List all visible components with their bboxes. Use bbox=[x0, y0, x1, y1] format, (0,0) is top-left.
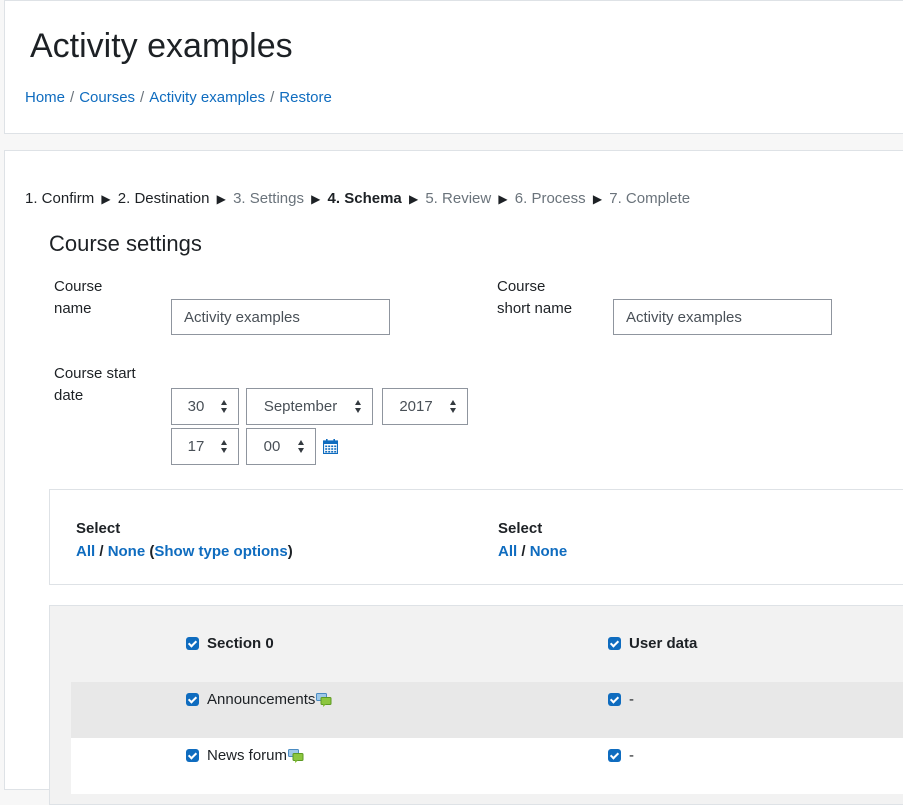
step-process: 6. Process bbox=[514, 190, 586, 207]
section-header-row: Section 0 User data bbox=[71, 606, 903, 682]
start-date-label: Course start date bbox=[54, 363, 136, 407]
start-date-label-line: Course start bbox=[54, 365, 136, 382]
section-userdata-checkbox[interactable] bbox=[608, 637, 621, 650]
start-date-label-line: date bbox=[54, 387, 84, 404]
select-left: Select All / None (Show type options) bbox=[76, 517, 293, 563]
day-select[interactable]: 30 bbox=[171, 388, 239, 425]
short-name-label: Course short name bbox=[497, 276, 572, 320]
step-review: 5. Review bbox=[425, 190, 492, 207]
select-none-link[interactable]: None bbox=[108, 543, 146, 560]
forum-icon bbox=[288, 748, 304, 763]
show-type-options-link[interactable]: Show type options bbox=[154, 543, 287, 560]
short-name-label-line: Course bbox=[497, 278, 546, 295]
breadcrumb-courses[interactable]: Courses bbox=[79, 89, 135, 106]
restore-stepper: 1. Confirm ▶ 2. Destination ▶ 3. Setting… bbox=[25, 190, 690, 207]
step-arrow-icon: ▶ bbox=[101, 192, 111, 206]
page-header: Activity examples Home / Courses / Activity … bbox=[4, 0, 903, 134]
activity-checkbox[interactable] bbox=[186, 749, 199, 762]
main-region: 1. Confirm ▶ 2. Destination ▶ 3. Setting… bbox=[4, 150, 903, 805]
breadcrumb-home[interactable]: Home bbox=[25, 89, 65, 106]
breadcrumb: Home / Courses / Activity examples / Restore bbox=[25, 89, 332, 106]
table-row: News forum - bbox=[71, 738, 903, 794]
user-data-label: User data bbox=[629, 635, 698, 652]
select-slash: / bbox=[95, 543, 108, 560]
userdata-checkbox[interactable] bbox=[608, 693, 621, 706]
userdata-value: - bbox=[629, 747, 634, 764]
select-all-link[interactable]: All bbox=[76, 543, 95, 560]
table-row: Announcements - bbox=[71, 682, 903, 738]
select-heading: Select bbox=[76, 520, 121, 537]
short-name-label-line: short name bbox=[497, 300, 573, 317]
breadcrumb-separator: / bbox=[270, 89, 275, 106]
activity-name: News forum bbox=[207, 747, 288, 764]
breadcrumb-restore[interactable]: Restore bbox=[279, 89, 332, 106]
breadcrumb-separator: / bbox=[70, 89, 75, 106]
activity-checkbox[interactable] bbox=[186, 693, 199, 706]
select-paren-close: ) bbox=[287, 543, 293, 560]
userdata-cell: - bbox=[608, 691, 634, 708]
step-confirm: 1. Confirm bbox=[25, 190, 95, 207]
activity-name: Announcements bbox=[207, 691, 316, 708]
short-name-input[interactable] bbox=[613, 299, 832, 335]
hour-value: 17 bbox=[187, 438, 205, 455]
breadcrumb-course[interactable]: Activity examples bbox=[149, 89, 265, 106]
forum-icon bbox=[316, 692, 332, 707]
section-cell: Section 0 bbox=[186, 635, 274, 652]
course-settings-heading: Course settings bbox=[49, 231, 202, 256]
page-title: Activity examples bbox=[30, 27, 293, 65]
step-arrow-icon: ▶ bbox=[408, 192, 419, 206]
step-destination: 2. Destination bbox=[117, 190, 210, 207]
step-arrow-icon: ▶ bbox=[311, 192, 321, 206]
step-arrow-icon: ▶ bbox=[498, 192, 508, 206]
userdata-cell: - bbox=[608, 747, 634, 764]
userdata-checkbox[interactable] bbox=[608, 749, 621, 762]
select-all-userdata-link[interactable]: All bbox=[498, 543, 517, 560]
select-paren-open: ( bbox=[145, 543, 155, 560]
step-schema: 4. Schema bbox=[327, 190, 402, 207]
breadcrumb-separator: / bbox=[140, 89, 145, 106]
select-heading: Select bbox=[498, 520, 543, 537]
course-name-input[interactable] bbox=[171, 299, 390, 335]
select-links: All / None (Show type options) bbox=[76, 540, 293, 563]
chevron-updown-icon bbox=[221, 400, 228, 414]
select-slash: / bbox=[517, 543, 530, 560]
select-panel: Select All / None (Show type options) Se… bbox=[49, 489, 903, 585]
step-arrow-icon: ▶ bbox=[216, 192, 226, 206]
step-complete: 7. Complete bbox=[609, 190, 691, 207]
minute-select[interactable]: 00 bbox=[246, 428, 316, 465]
day-value: 30 bbox=[187, 398, 205, 415]
year-select[interactable]: 2017 bbox=[382, 388, 468, 425]
section-checkbox[interactable] bbox=[186, 637, 199, 650]
chevron-updown-icon bbox=[298, 440, 305, 454]
calendar-icon[interactable] bbox=[323, 439, 338, 454]
select-links: All / None bbox=[498, 540, 567, 563]
year-value: 2017 bbox=[399, 398, 433, 415]
select-right: Select All / None bbox=[498, 517, 567, 563]
schema-panel: Section 0 User data Announcements - News… bbox=[49, 605, 903, 805]
month-select[interactable]: September bbox=[246, 388, 373, 425]
chevron-updown-icon bbox=[221, 440, 228, 454]
select-none-userdata-link[interactable]: None bbox=[530, 543, 568, 560]
user-data-cell: User data bbox=[608, 635, 697, 652]
section-label: Section 0 bbox=[207, 635, 274, 652]
userdata-value: - bbox=[629, 691, 634, 708]
hour-select[interactable]: 17 bbox=[171, 428, 239, 465]
chevron-updown-icon bbox=[355, 400, 362, 414]
minute-value: 00 bbox=[263, 438, 281, 455]
step-settings: 3. Settings bbox=[233, 190, 304, 207]
course-name-label-line: Course bbox=[54, 278, 103, 295]
activity-cell: News forum bbox=[186, 747, 304, 764]
activity-cell: Announcements bbox=[186, 691, 332, 708]
month-value: September bbox=[263, 398, 338, 415]
course-name-label-line: name bbox=[54, 300, 92, 317]
course-name-label: Course name bbox=[54, 276, 102, 320]
chevron-updown-icon bbox=[450, 400, 457, 414]
step-arrow-icon: ▶ bbox=[592, 192, 603, 206]
